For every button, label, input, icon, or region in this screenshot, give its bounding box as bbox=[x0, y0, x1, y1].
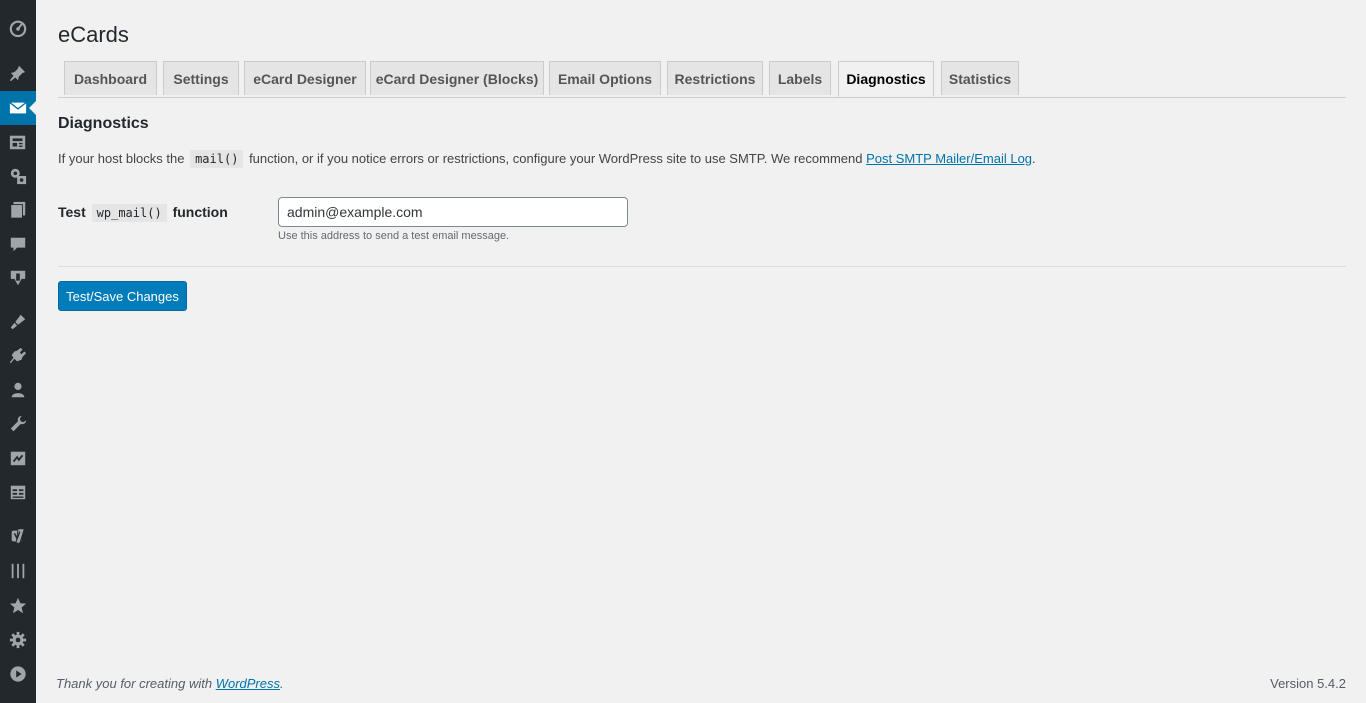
form-divider bbox=[58, 266, 1346, 267]
page-title: eCards bbox=[58, 22, 129, 47]
intro-text-end: . bbox=[1032, 151, 1036, 166]
import-icon[interactable] bbox=[0, 441, 36, 475]
test-email-input[interactable] bbox=[278, 197, 628, 227]
pages-icon[interactable] bbox=[0, 193, 36, 227]
wp-mail-code: wp_mail() bbox=[91, 204, 167, 222]
test-save-button[interactable]: Test/Save Changes bbox=[58, 281, 187, 311]
tab-diagnostics[interactable]: Diagnostics bbox=[838, 61, 934, 97]
tab-ecard-designer[interactable]: eCard Designer bbox=[244, 61, 366, 95]
gear-icon[interactable] bbox=[0, 623, 36, 657]
mail-function-code: mail() bbox=[190, 150, 244, 168]
tab-email-options[interactable]: Email Options bbox=[549, 61, 661, 95]
tools-icon[interactable] bbox=[0, 159, 36, 193]
smtp-intro-text: If your host blocks the mail() function,… bbox=[58, 148, 1036, 170]
envelope-icon[interactable] bbox=[0, 91, 36, 125]
test-email-description: Use this address to send a test email me… bbox=[278, 230, 510, 242]
label-test-word: Test bbox=[58, 204, 86, 220]
dashboard-icon[interactable] bbox=[0, 11, 36, 45]
plugins-icon[interactable] bbox=[0, 339, 36, 373]
columns-icon[interactable] bbox=[0, 554, 36, 588]
tab-ecard-designer-blocks[interactable]: eCard Designer (Blocks) bbox=[370, 61, 544, 95]
appearance-icon[interactable] bbox=[0, 305, 36, 339]
intro-text-start: If your host blocks the bbox=[58, 151, 185, 166]
section-title: Diagnostics bbox=[58, 115, 149, 132]
intro-text-middle: function, or if you notice errors or res… bbox=[249, 151, 863, 166]
table-icon[interactable] bbox=[0, 475, 36, 509]
wordpress-link[interactable]: WordPress bbox=[216, 676, 280, 691]
wrench-icon[interactable] bbox=[0, 407, 36, 441]
download-icon[interactable] bbox=[0, 261, 36, 295]
pin-icon[interactable] bbox=[0, 56, 36, 90]
test-field-label: Test wp_mail() function bbox=[58, 201, 228, 224]
play-icon[interactable] bbox=[0, 657, 36, 691]
post-smtp-link[interactable]: Post SMTP Mailer/Email Log bbox=[866, 151, 1032, 166]
tab-labels[interactable]: Labels bbox=[769, 61, 831, 95]
tab-settings[interactable]: Settings bbox=[163, 61, 239, 95]
footer-version: Version 5.4.2 bbox=[1270, 676, 1346, 691]
tab-bar: Dashboard Settings eCard Designer eCard … bbox=[58, 61, 1346, 98]
star-icon[interactable] bbox=[0, 589, 36, 623]
tab-restrictions[interactable]: Restrictions bbox=[667, 61, 763, 95]
media-icon[interactable] bbox=[0, 125, 36, 159]
label-function-word: function bbox=[172, 204, 228, 220]
comments-icon[interactable] bbox=[0, 227, 36, 261]
tab-dashboard[interactable]: Dashboard bbox=[64, 61, 157, 95]
footer-period: . bbox=[280, 676, 284, 691]
footer-thanks: Thank you for creating with WordPress. bbox=[56, 676, 284, 691]
footer-thanks-text: Thank you for creating with bbox=[56, 676, 213, 691]
users-icon[interactable] bbox=[0, 373, 36, 407]
yoast-icon[interactable] bbox=[0, 519, 36, 553]
content-area: eCards Dashboard Settings eCard Designer… bbox=[36, 0, 1366, 703]
admin-sidebar bbox=[0, 0, 36, 703]
tab-statistics[interactable]: Statistics bbox=[941, 61, 1019, 95]
